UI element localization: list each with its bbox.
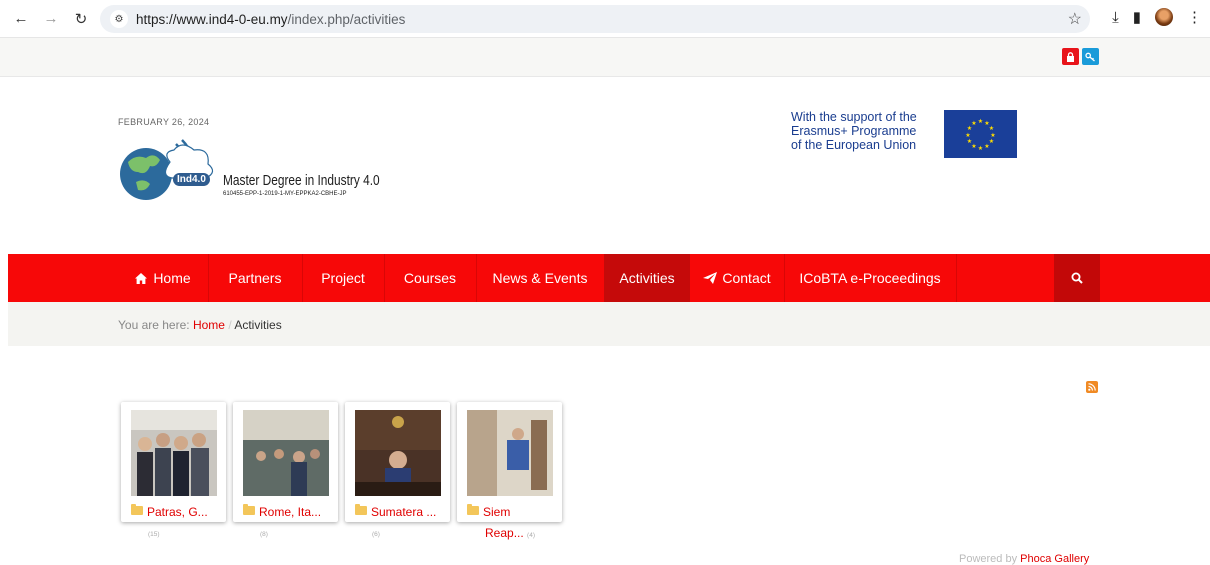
search-button[interactable] <box>1054 254 1100 302</box>
gallery-category-card[interactable]: Patras, G... <box>121 402 226 522</box>
breadcrumb-home-link[interactable]: Home <box>193 318 225 332</box>
category-thumbnail-image[interactable] <box>243 410 329 496</box>
url-path: /index.php/activities <box>287 11 406 27</box>
breadcrumb-separator: / <box>228 318 232 332</box>
nav-project-label: Project <box>321 270 365 286</box>
category-image-count: (4) <box>527 532 535 539</box>
login-lock-icon[interactable] <box>1062 48 1079 65</box>
forward-arrow-icon[interactable]: → <box>40 8 62 30</box>
profile-avatar[interactable] <box>1155 8 1173 26</box>
logo-project-code: 610455-EPP-1-2019-1-MY-EPPKA2-CBHE-JP <box>223 191 347 197</box>
nav-news-events-label: News & Events <box>492 270 588 286</box>
main-navigation: Home Partners Project Courses News & Eve… <box>8 254 1210 302</box>
category-image-count: (15) <box>148 531 160 538</box>
category-title-link[interactable]: Rome, Ita... <box>259 505 321 519</box>
erasmus-line-1: With the support of the <box>791 110 917 124</box>
nav-partners[interactable]: Partners <box>208 254 302 302</box>
svg-text:★: ★ <box>978 118 983 125</box>
utility-bar <box>0 38 1210 77</box>
nav-news-events[interactable]: News & Events <box>476 254 604 302</box>
breadcrumb: You are here: Home / Activities <box>8 302 1210 346</box>
nav-contact-label: Contact <box>722 270 771 286</box>
download-icon[interactable]: ⤓ <box>1112 9 1119 26</box>
category-title-continuation[interactable]: Reap... (4) <box>485 526 535 540</box>
erasmus-support-text: With the support of the Erasmus+ Program… <box>791 110 941 152</box>
gallery-category-card[interactable]: Rome, Ita... <box>233 402 338 522</box>
svg-text:★: ★ <box>989 125 994 132</box>
folder-icon <box>467 504 479 515</box>
rss-feed-icon[interactable] <box>1086 381 1098 393</box>
browser-toolbar: ← → ↻ ⚙ https://www.ind4-0-eu.my/index.p… <box>0 0 1210 38</box>
reload-icon[interactable]: ↻ <box>70 8 92 30</box>
folder-icon <box>243 504 255 515</box>
category-thumbnail-image[interactable] <box>355 410 441 496</box>
paper-plane-icon <box>703 272 718 284</box>
back-arrow-icon[interactable]: ← <box>10 8 32 30</box>
svg-text:★: ★ <box>971 120 976 127</box>
menu-kebab-icon[interactable]: ⋮ <box>1187 8 1202 26</box>
search-icon <box>1071 272 1083 284</box>
logo-badge: Ind4.0 <box>173 173 210 186</box>
nav-icobta-label: ICoBTA e-Proceedings <box>799 270 941 286</box>
category-thumbnail-image[interactable] <box>467 410 553 496</box>
erasmus-line-3: of the European Union <box>791 138 917 152</box>
category-image-count: (8) <box>260 531 268 538</box>
nav-activities[interactable]: Activities <box>604 254 690 302</box>
erasmus-line-2: Erasmus+ Programme <box>791 124 917 138</box>
url-host: https://www.ind4-0-eu.my <box>136 11 288 27</box>
breadcrumb-prefix: You are here: <box>118 318 190 332</box>
bookmark-star-icon[interactable]: ☆ <box>1068 9 1082 29</box>
logo-title: Master Degree in Industry 4.0 <box>223 173 380 189</box>
category-image-count: (6) <box>372 531 380 538</box>
nav-home[interactable]: Home <box>118 254 208 302</box>
category-title-link[interactable]: Sumatera ... <box>371 505 436 519</box>
site-info-icon[interactable]: ⚙ <box>110 10 128 28</box>
powered-by-prefix: Powered by <box>959 553 1018 565</box>
folder-icon <box>131 504 143 515</box>
svg-text:★: ★ <box>965 132 970 139</box>
gallery-category-card[interactable]: Sumatera ... <box>345 402 450 522</box>
phoca-gallery-link[interactable]: Phoca Gallery <box>1020 553 1089 565</box>
category-title-line2[interactable]: Reap... <box>485 526 524 540</box>
eu-flag-icon: ★ ★★★ ★★★★ ★★★★ <box>944 110 1017 158</box>
register-key-icon[interactable] <box>1082 48 1099 65</box>
category-title-link[interactable]: Patras, G... <box>147 505 208 519</box>
home-icon <box>135 272 148 284</box>
nav-project[interactable]: Project <box>302 254 384 302</box>
nav-divider <box>956 254 957 302</box>
nav-activities-label: Activities <box>619 270 675 286</box>
svg-text:★: ★ <box>984 143 989 150</box>
current-date: FEBRUARY 26, 2024 <box>118 117 210 127</box>
nav-partners-label: Partners <box>228 270 282 286</box>
nav-courses[interactable]: Courses <box>384 254 476 302</box>
folder-icon <box>355 504 367 515</box>
powered-by: Powered by Phoca Gallery <box>959 553 1089 565</box>
address-bar[interactable]: ⚙ https://www.ind4-0-eu.my/index.php/act… <box>100 5 1090 33</box>
side-panel-icon[interactable]: ▮ <box>1133 8 1141 26</box>
svg-text:★: ★ <box>978 145 983 152</box>
nav-courses-label: Courses <box>403 270 457 286</box>
svg-text:★: ★ <box>967 138 972 145</box>
category-thumbnail-image[interactable] <box>131 410 217 496</box>
nav-icobta[interactable]: ICoBTA e-Proceedings <box>784 254 956 302</box>
category-title-link[interactable]: Siem <box>483 505 510 519</box>
breadcrumb-current: Activities <box>234 318 282 332</box>
nav-contact[interactable]: Contact <box>690 254 784 302</box>
gallery-category-card[interactable]: Siem <box>457 402 562 522</box>
site-header: FEBRUARY 26, 2024 Ind4.0 Master Degree i… <box>0 77 1210 254</box>
nav-home-label: Home <box>153 270 191 286</box>
